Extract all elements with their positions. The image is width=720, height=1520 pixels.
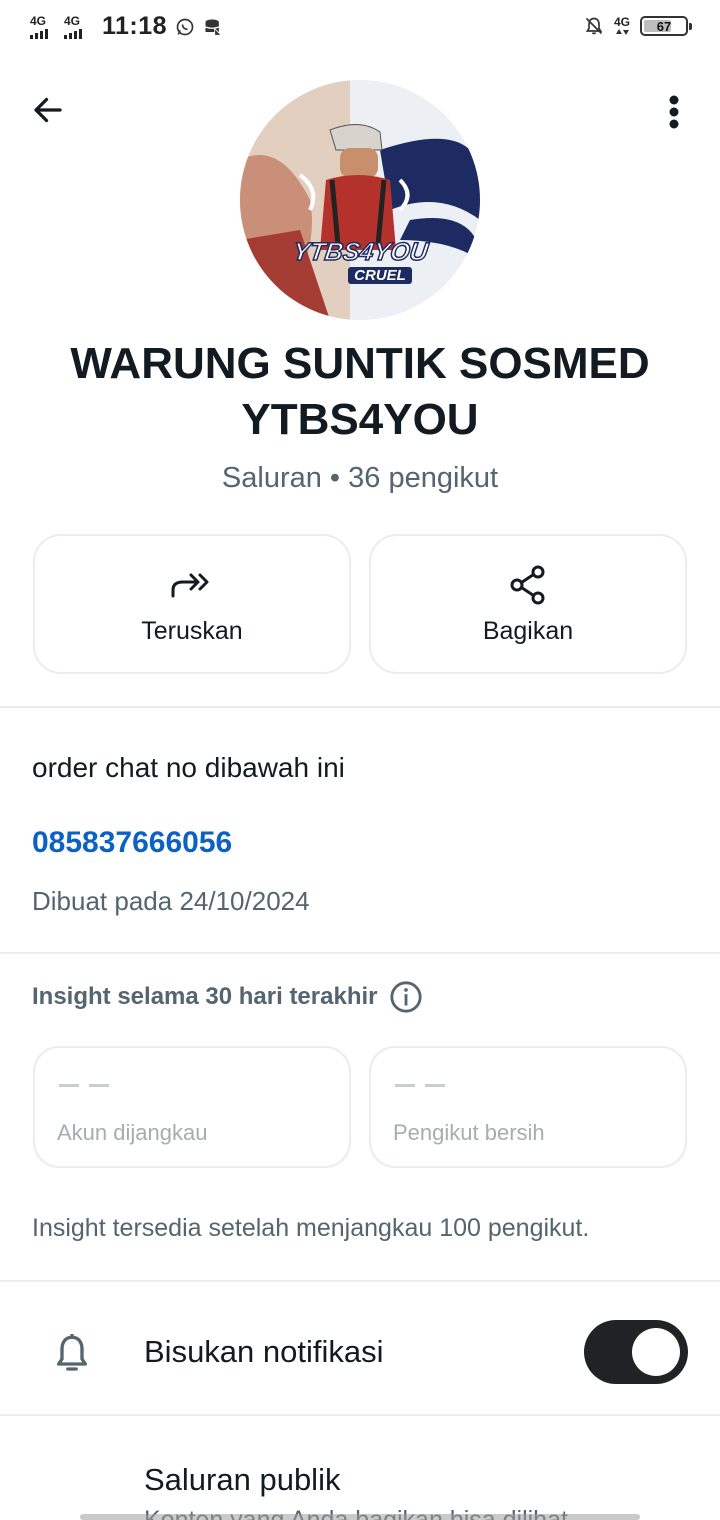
created-date: Dibuat pada 24/10/2024 <box>32 886 310 916</box>
back-arrow-icon <box>34 97 62 123</box>
status-bar-left: 4G 4G 11:18 <box>30 12 223 41</box>
channel-avatar[interactable]: YTBS4YOU CRUEL <box>240 80 480 320</box>
insight-heading-text: Insight selama 30 hari terakhir <box>32 983 378 1010</box>
channel-description: order chat no dibawah ini <box>32 752 345 783</box>
bell-icon <box>57 1334 88 1371</box>
share-button[interactable]: Bagikan <box>369 534 687 674</box>
share-icon <box>506 563 550 607</box>
forward-button[interactable]: Teruskan <box>33 534 351 674</box>
divider <box>0 952 720 954</box>
storage-icon <box>205 19 223 36</box>
public-channel-title[interactable]: Saluran publik <box>144 1462 340 1498</box>
more-vert-icon <box>669 95 679 129</box>
insight-card-net-followers: Pengikut bersih <box>369 1046 687 1168</box>
divider <box>0 1414 720 1416</box>
mute-notifications-row[interactable]: Bisukan notifikasi <box>0 1300 720 1410</box>
mute-notifications-toggle[interactable] <box>584 1320 688 1384</box>
battery-percent: 67 <box>656 18 672 34</box>
net-followers-label: Pengikut bersih <box>393 1120 545 1145</box>
signal-2-icon: 4G <box>64 15 90 39</box>
channel-subtitle: Saluran • 36 pengikut <box>221 462 499 494</box>
channel-name: WARUNG SUNTIK SOSMED YTBS4YOU <box>70 339 650 444</box>
avatar-text-main: YTBS4YOU <box>290 237 430 267</box>
network-type-1: 4G <box>30 13 47 28</box>
insight-note: Insight tersedia setelah menjangkau 100 … <box>32 1214 590 1242</box>
info-icon[interactable] <box>389 980 423 1014</box>
status-bar: 4G 4G 11:18 4G 67 <box>0 0 720 56</box>
avatar-text-sub: CRUEL <box>348 267 412 284</box>
home-indicator[interactable] <box>80 1514 640 1520</box>
divider <box>0 1280 720 1282</box>
network-type-2: 4G <box>64 13 81 28</box>
toggle-knob <box>632 1328 680 1376</box>
clock: 11:18 <box>102 12 168 40</box>
mute-notifications-label: Bisukan notifikasi <box>144 1334 384 1369</box>
net-value-placeholder <box>395 1084 445 1087</box>
back-button[interactable] <box>28 90 68 130</box>
insight-card-reach: Akun dijangkau <box>33 1046 351 1168</box>
signal-1-icon: 4G <box>30 15 56 39</box>
network-type-right: 4G <box>613 15 630 29</box>
share-label: Bagikan <box>482 616 574 645</box>
phone-link[interactable]: 085837666056 <box>32 826 232 860</box>
whatsapp-icon <box>176 18 194 35</box>
reach-value-placeholder <box>59 1084 109 1087</box>
divider <box>0 706 720 708</box>
forward-label: Teruskan <box>141 616 243 645</box>
signal-right-icon: 4G <box>614 16 630 36</box>
more-options-button[interactable] <box>654 92 694 132</box>
reach-label: Akun dijangkau <box>57 1120 208 1145</box>
avatar-logo-text: YTBS4YOU CRUEL <box>240 237 480 285</box>
insight-heading: Insight selama 30 hari terakhir <box>32 980 423 1014</box>
forward-icon <box>170 563 214 607</box>
notifications-off-icon <box>585 17 603 35</box>
status-bar-right: 4G 67 <box>584 16 692 36</box>
battery-icon: 67 <box>640 16 692 36</box>
